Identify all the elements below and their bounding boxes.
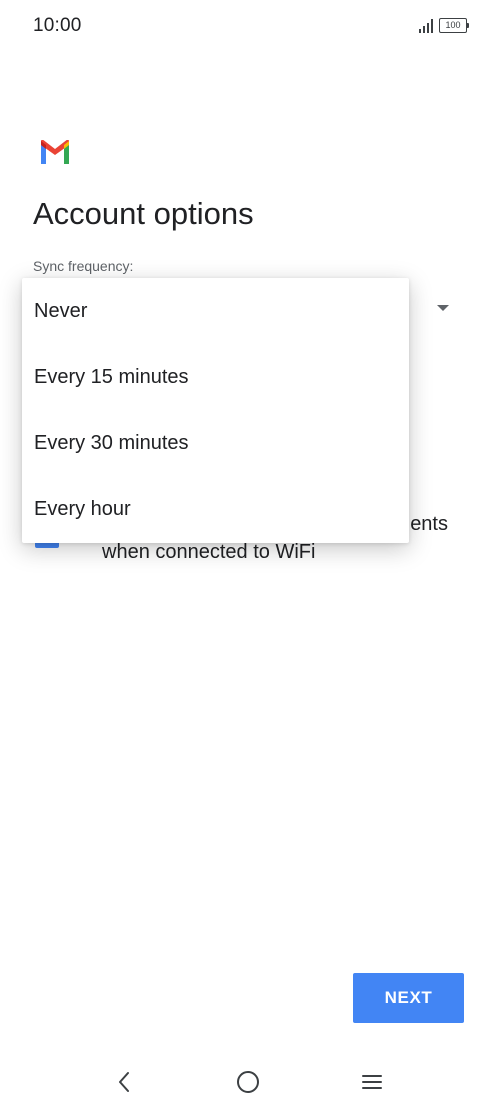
sync-frequency-menu: Never Every 15 minutes Every 30 minutes … (22, 278, 409, 543)
battery-level: 100 (445, 20, 461, 30)
dropdown-arrow-icon (437, 305, 449, 311)
menu-item-every-30-minutes[interactable]: Every 30 minutes (22, 410, 409, 476)
back-icon[interactable] (108, 1066, 140, 1098)
battery-icon: 100 (439, 18, 469, 33)
status-bar: 10:00 100 (0, 0, 497, 52)
menu-item-every-hour[interactable]: Every hour (22, 476, 409, 542)
signal-icon (419, 18, 433, 33)
menu-item-every-15-minutes[interactable]: Every 15 minutes (22, 344, 409, 410)
menu-item-never[interactable]: Never (22, 278, 409, 344)
menu-icon[interactable] (356, 1066, 388, 1098)
next-button[interactable]: NEXT (353, 973, 464, 1023)
navigation-bar (0, 1050, 497, 1114)
gmail-logo-icon (41, 140, 69, 164)
status-time: 10:00 (33, 15, 82, 36)
sync-frequency-label: Sync frequency: (33, 258, 134, 274)
home-icon[interactable] (232, 1066, 264, 1098)
page-title: Account options (33, 196, 254, 231)
status-icons: 100 (419, 18, 469, 33)
